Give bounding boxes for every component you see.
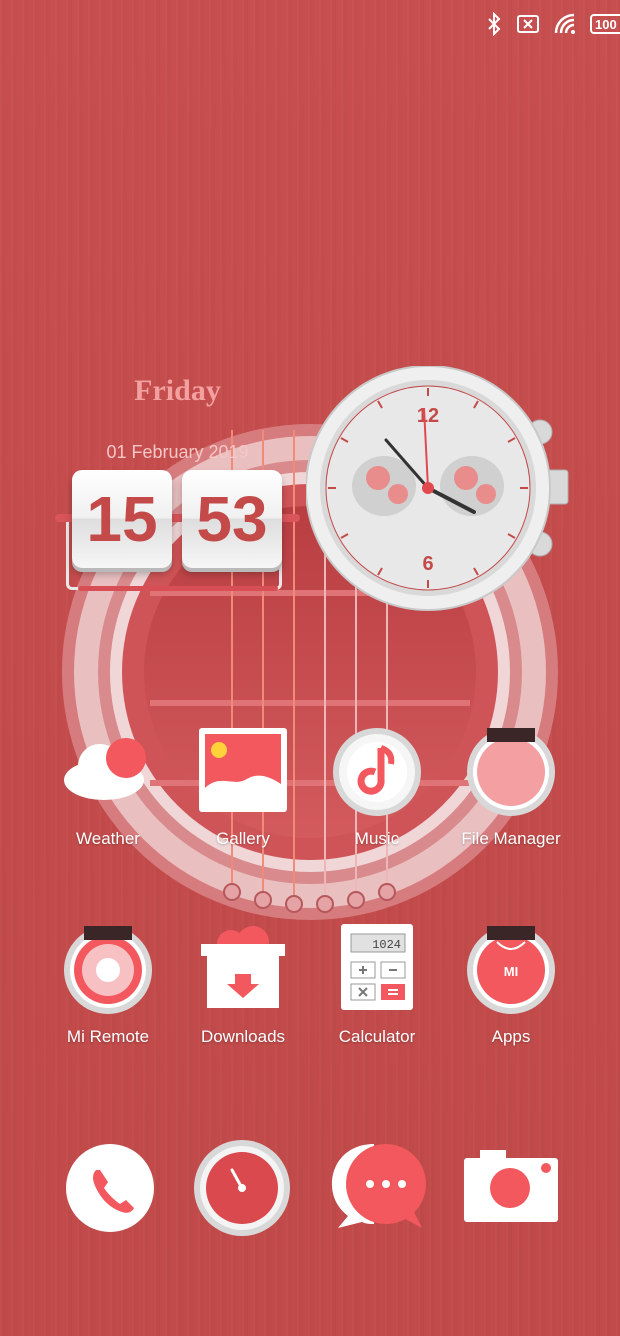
widget-day: Friday xyxy=(134,374,221,407)
dock-clock[interactable] xyxy=(192,1140,292,1240)
folder-icon xyxy=(467,728,555,816)
battery-indicator: 100 xyxy=(590,14,620,34)
remote-icon xyxy=(64,926,152,1014)
dock-messages[interactable] xyxy=(330,1140,430,1240)
dock-phone[interactable] xyxy=(62,1140,162,1240)
calculator-icon: 1024 xyxy=(341,924,413,1010)
dock-camera[interactable] xyxy=(462,1140,562,1240)
app-calculator[interactable]: 1024 Calculator xyxy=(317,922,437,1047)
clock-numeral-6: 6 xyxy=(422,553,433,575)
app-downloads[interactable]: Downloads xyxy=(183,922,303,1047)
apps-icon: MI xyxy=(467,926,555,1014)
app-label: Apps xyxy=(491,1027,531,1046)
clock-icon xyxy=(194,1140,290,1236)
app-label: Gallery xyxy=(216,829,270,848)
app-label: Downloads xyxy=(200,1027,286,1046)
app-gallery[interactable]: Gallery xyxy=(183,724,303,849)
messages-icon xyxy=(332,1144,426,1228)
wifi-icon xyxy=(554,13,576,35)
bluetooth-icon xyxy=(486,12,502,36)
mi-logo: MI xyxy=(504,964,518,979)
app-label: Mi Remote xyxy=(66,1027,150,1046)
download-icon xyxy=(201,926,285,1008)
app-mi-remote[interactable]: Mi Remote xyxy=(48,922,168,1047)
app-label: File Manager xyxy=(461,829,561,848)
flip-clock-hour[interactable]: 15 xyxy=(72,470,172,568)
widget-date: 01 February 2019 xyxy=(106,442,249,462)
app-music[interactable]: Music xyxy=(317,724,437,849)
gallery-icon xyxy=(199,728,287,812)
status-bar: 100 xyxy=(486,10,620,38)
app-file-manager[interactable]: File Manager xyxy=(451,724,571,849)
flip-clock-minute[interactable]: 53 xyxy=(182,470,282,568)
app-label: Weather xyxy=(76,829,140,848)
app-weather[interactable]: Weather xyxy=(48,724,168,849)
music-icon xyxy=(333,728,421,816)
calculator-display: 1024 xyxy=(372,938,401,952)
weather-icon xyxy=(64,738,146,800)
flip-clock-base xyxy=(78,586,278,591)
analog-clock-widget[interactable]: 12 6 xyxy=(306,366,576,612)
app-apps[interactable]: MI Apps xyxy=(451,922,571,1047)
clock-numeral-12: 12 xyxy=(417,405,439,427)
phone-icon xyxy=(66,1144,154,1232)
app-label: Music xyxy=(354,829,400,848)
sim-off-icon xyxy=(516,13,540,35)
app-label: Calculator xyxy=(338,1027,416,1046)
camera-icon xyxy=(464,1150,558,1222)
